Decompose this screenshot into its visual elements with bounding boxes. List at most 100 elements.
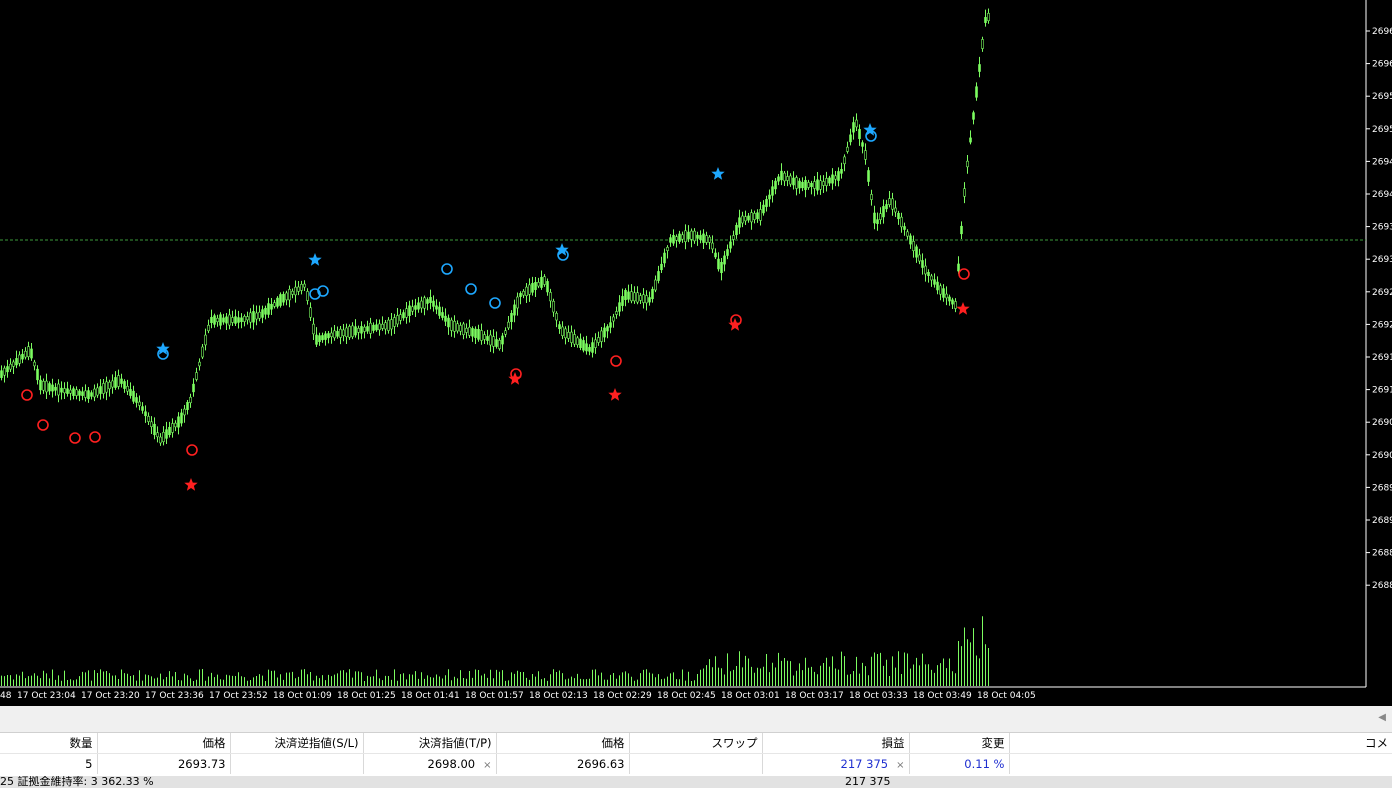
candle-body [153, 423, 156, 436]
candle-body [60, 387, 63, 393]
candle-body [672, 235, 675, 244]
candle-body [918, 254, 921, 262]
candle-body [708, 236, 711, 243]
candle-body [861, 142, 864, 147]
candle-body [786, 176, 789, 181]
candle-body [21, 353, 24, 360]
candle-body [642, 294, 645, 303]
candle-body [276, 297, 279, 307]
candle-body [951, 299, 954, 305]
candle-body [594, 339, 597, 348]
candle-body [258, 311, 261, 319]
price-chart[interactable]: 2696 2696 2695 2695 2694 2694 2693 2693 2692 2692… [0, 0, 1392, 706]
candle-body [882, 206, 885, 218]
candle-body [423, 297, 426, 309]
candle-body [489, 334, 492, 346]
chart-canvas[interactable]: 2696 2696 2695 2695 2694 2694 2693 2693 2692 2692… [0, 0, 1392, 706]
candle-body [363, 326, 366, 332]
candle-body [663, 252, 666, 264]
col-sl-header[interactable]: 決済逆指値(S/L) [230, 733, 364, 754]
cell-swap [629, 753, 763, 774]
candle-body [567, 331, 570, 339]
candle-body [939, 285, 942, 295]
candle-body [531, 283, 534, 293]
cell-tp[interactable]: 2698.00 × [363, 753, 497, 774]
candle-body [492, 336, 495, 347]
candle-body [477, 329, 480, 340]
time-tick-label: 18 Oct 03:33 [849, 691, 908, 701]
cell-sl[interactable] [230, 753, 364, 774]
candle-body [825, 178, 828, 186]
close-position-icon[interactable]: × [896, 760, 904, 771]
candle-body [576, 337, 579, 346]
scroll-left-icon[interactable]: ◀ [1378, 712, 1386, 723]
terminal-header: ◀ [0, 706, 1392, 733]
candle-body [369, 322, 372, 334]
candle-body [696, 234, 699, 239]
candle-body [81, 391, 84, 396]
candle-body [903, 226, 906, 230]
candle-body [657, 271, 660, 281]
time-tick-label: 18 Oct 03:01 [721, 691, 780, 701]
candle-body [432, 300, 435, 307]
candle-body [411, 306, 414, 312]
cell-change: 0.11 % [909, 753, 1010, 774]
candle-body [144, 411, 147, 417]
sell-star-icon [956, 302, 970, 315]
candle-body [753, 213, 756, 220]
candle-body [216, 317, 219, 323]
candle-body [129, 389, 132, 396]
col-current-price-header[interactable]: 価格 [496, 733, 630, 754]
candle-body [264, 307, 267, 315]
candle-body [540, 276, 543, 288]
col-swap-header[interactable]: スワップ [629, 733, 763, 754]
candle-body [297, 286, 300, 292]
candle-body [309, 307, 312, 318]
terminal-panel: ◀ 数量 価格 決済逆指値(S/L) 決済指値(T/P) 価格 スワップ 損益 … [0, 706, 1392, 788]
table-row[interactable]: 5 2693.73 2698.00 × 2696.63 217 375 × 0.11… [0, 753, 1392, 774]
candle-body [75, 389, 78, 396]
clear-tp-icon[interactable]: × [483, 760, 491, 771]
col-tp-header[interactable]: 決済指値(T/P) [363, 733, 497, 754]
candle-body [930, 275, 933, 281]
col-comment-header[interactable]: コメ [1009, 733, 1392, 754]
candle-body [180, 412, 183, 424]
time-tick-label: 18 Oct 01:09 [273, 691, 332, 701]
candle-body [867, 170, 870, 182]
candle-body [429, 297, 432, 303]
candle-body [426, 299, 429, 304]
candle-body [168, 426, 171, 436]
candle-body [915, 246, 918, 258]
time-tick-label: 18 Oct 01:41 [401, 691, 460, 701]
candle-body [807, 182, 810, 188]
price-tick-label: 2689 [1372, 483, 1392, 493]
candle-body [246, 316, 249, 321]
candle-body [123, 381, 126, 389]
candle-body [396, 315, 399, 325]
candle-body [852, 122, 855, 133]
candle-body [621, 296, 624, 306]
sell-circle-icon [610, 355, 622, 367]
col-change-header[interactable]: 変更 [909, 733, 1010, 754]
candle-body [816, 179, 819, 191]
candle-body [552, 301, 555, 313]
candle-body [504, 330, 507, 335]
col-profit-header[interactable]: 損益 [762, 733, 910, 754]
sell-circle-icon [186, 444, 198, 456]
candle-body [366, 326, 369, 332]
col-open-price-header[interactable]: 価格 [97, 733, 231, 754]
candle-body [813, 181, 816, 189]
candle-body [69, 389, 72, 394]
candle-body [279, 294, 282, 306]
candle-body [162, 432, 165, 442]
candle-body [294, 286, 297, 296]
col-volume-header[interactable]: 数量 [0, 733, 98, 754]
candle-body [444, 315, 447, 322]
price-tick-label: 2696 [1372, 60, 1392, 70]
candle-body [906, 231, 909, 237]
candle-body [942, 288, 945, 298]
candle-body [438, 306, 441, 316]
candle-body [750, 212, 753, 223]
candle-body [936, 281, 939, 291]
candle-body [138, 401, 141, 406]
